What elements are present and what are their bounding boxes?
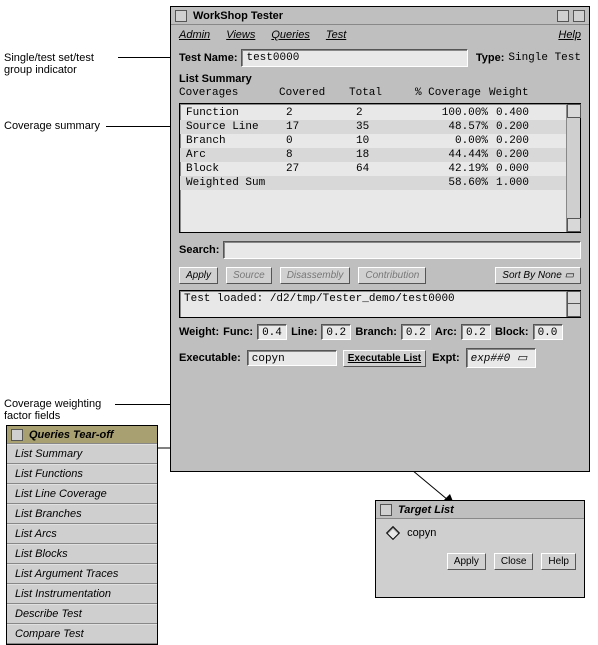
table-row[interactable]: Function22100.00%0.400 <box>180 106 566 120</box>
button-row: Apply Source Disassembly Contribution So… <box>171 263 589 288</box>
maximize-icon[interactable] <box>573 10 585 22</box>
tearoff-body: List SummaryList FunctionsList Line Cove… <box>7 444 157 644</box>
queries-tearoff-window: Queries Tear-off List SummaryList Functi… <box>6 425 158 645</box>
sort-button[interactable]: Sort By None ▭ <box>495 267 581 284</box>
tearoff-item[interactable]: List Argument Traces <box>7 564 157 584</box>
table-row[interactable]: Branch0100.00%0.200 <box>180 134 566 148</box>
titlebar[interactable]: WorkShop Tester <box>171 7 589 25</box>
executable-list-button[interactable]: Executable List <box>343 350 426 367</box>
table-row[interactable]: Arc81844.44%0.200 <box>180 148 566 162</box>
target-list-window: Target List copyn Apply Close Help <box>375 500 585 598</box>
weight-line-input[interactable]: 0.2 <box>321 324 351 340</box>
tearoff-item[interactable]: Describe Test <box>7 604 157 624</box>
target-button-row: Apply Close Help <box>376 547 584 576</box>
search-label: Search: <box>179 244 219 256</box>
table-headers: Coverages Covered Total % Coverage Weigh… <box>171 85 589 101</box>
vertical-scrollbar[interactable] <box>566 104 580 232</box>
table-row[interactable]: Block276442.19%0.000 <box>180 162 566 176</box>
tearoff-item[interactable]: List Functions <box>7 464 157 484</box>
tearoff-item[interactable]: List Summary <box>7 444 157 464</box>
search-input[interactable] <box>223 241 581 259</box>
annotation-weight-fields: Coverage weighting factor fields <box>4 398 101 422</box>
hdr-coverages: Coverages <box>179 87 279 99</box>
tearoff-item[interactable]: List Arcs <box>7 524 157 544</box>
tearoff-item[interactable]: List Line Coverage <box>7 484 157 504</box>
type-label: Type: <box>476 52 505 64</box>
executable-row: Executable: copyn Executable List Expt: … <box>171 344 589 372</box>
target-body: copyn <box>376 519 584 547</box>
menu-help[interactable]: Help <box>558 29 581 41</box>
minimize-icon[interactable] <box>557 10 569 22</box>
weight-label: Weight: <box>179 326 219 338</box>
target-close-button[interactable]: Close <box>494 553 534 570</box>
source-button[interactable]: Source <box>226 267 272 284</box>
annotation-line <box>106 126 170 127</box>
table-row[interactable]: Source Line173548.57%0.200 <box>180 120 566 134</box>
hdr-total: Total <box>349 87 409 99</box>
expt-label: Expt: <box>432 352 460 364</box>
tearoff-item[interactable]: List Branches <box>7 504 157 524</box>
annotation-test-indicator: Single/test set/test group indicator <box>4 52 94 76</box>
dropdown-icon: ▭ <box>517 353 527 365</box>
weight-branch-input[interactable]: 0.2 <box>401 324 431 340</box>
coverage-table: Function22100.00%0.400Source Line173548.… <box>179 103 581 233</box>
target-apply-button[interactable]: Apply <box>447 553 486 570</box>
search-row: Search: <box>171 237 589 263</box>
weight-row: Weight: Func: 0.4 Line: 0.2 Branch: 0.2 … <box>171 320 589 344</box>
target-title: Target List <box>396 504 454 516</box>
radio-icon[interactable] <box>386 526 400 540</box>
window-title: WorkShop Tester <box>191 10 283 22</box>
annotation-line <box>115 404 170 405</box>
menu-queries[interactable]: Queries <box>271 29 310 41</box>
tearoff-item[interactable]: Compare Test <box>7 624 157 644</box>
hdr-pct: % Coverage <box>409 87 489 99</box>
summary-title: List Summary <box>171 71 589 85</box>
menubar: Admin Views Queries Test Help <box>171 25 589 45</box>
testname-label: Test Name: <box>179 52 237 64</box>
target-help-button[interactable]: Help <box>541 553 576 570</box>
status-message: Test loaded: /d2/tmp/Tester_demo/test000… <box>180 291 566 317</box>
table-row[interactable]: Weighted Sum58.60%1.000 <box>180 176 566 190</box>
executable-label: Executable: <box>179 352 241 364</box>
weight-func-label: Func: <box>223 326 253 338</box>
target-titlebar[interactable]: Target List <box>376 501 584 519</box>
menu-test[interactable]: Test <box>326 29 346 41</box>
testname-input[interactable]: test0000 <box>241 49 467 67</box>
tearoff-titlebar[interactable]: Queries Tear-off <box>7 426 157 444</box>
menu-views[interactable]: Views <box>226 29 255 41</box>
executable-input[interactable]: copyn <box>247 350 337 366</box>
contribution-button[interactable]: Contribution <box>358 267 426 284</box>
weight-line-label: Line: <box>291 326 317 338</box>
tearoff-item[interactable]: List Instrumentation <box>7 584 157 604</box>
testname-row: Test Name: test0000 Type: Single Test <box>171 45 589 71</box>
msg-scrollbar[interactable] <box>566 291 580 317</box>
weight-branch-label: Branch: <box>355 326 397 338</box>
message-pane: Test loaded: /d2/tmp/Tester_demo/test000… <box>179 290 581 318</box>
annotation-line <box>118 57 170 58</box>
weight-arc-input[interactable]: 0.2 <box>461 324 491 340</box>
weight-block-label: Block: <box>495 326 529 338</box>
target-item[interactable]: copyn <box>407 527 436 539</box>
hdr-covered: Covered <box>279 87 349 99</box>
hdr-weight: Weight <box>489 87 549 99</box>
tearoff-title: Queries Tear-off <box>27 429 113 441</box>
main-window: WorkShop Tester Admin Views Queries Test… <box>170 6 590 472</box>
annotation-coverage-summary: Coverage summary <box>4 120 100 132</box>
weight-arc-label: Arc: <box>435 326 457 338</box>
window-menu-icon[interactable] <box>11 429 23 441</box>
table-body: Function22100.00%0.400Source Line173548.… <box>180 104 566 232</box>
weight-func-input[interactable]: 0.4 <box>257 324 287 340</box>
expt-select[interactable]: exp##0 ▭ <box>466 348 536 368</box>
menu-admin[interactable]: Admin <box>179 29 210 41</box>
dropdown-icon: ▭ <box>565 270 574 281</box>
window-menu-icon[interactable] <box>175 10 187 22</box>
window-menu-icon[interactable] <box>380 504 392 516</box>
apply-button[interactable]: Apply <box>179 267 218 284</box>
disassembly-button[interactable]: Disassembly <box>280 267 351 284</box>
weight-block-input[interactable]: 0.0 <box>533 324 563 340</box>
type-value: Single Test <box>508 52 581 64</box>
tearoff-item[interactable]: List Blocks <box>7 544 157 564</box>
